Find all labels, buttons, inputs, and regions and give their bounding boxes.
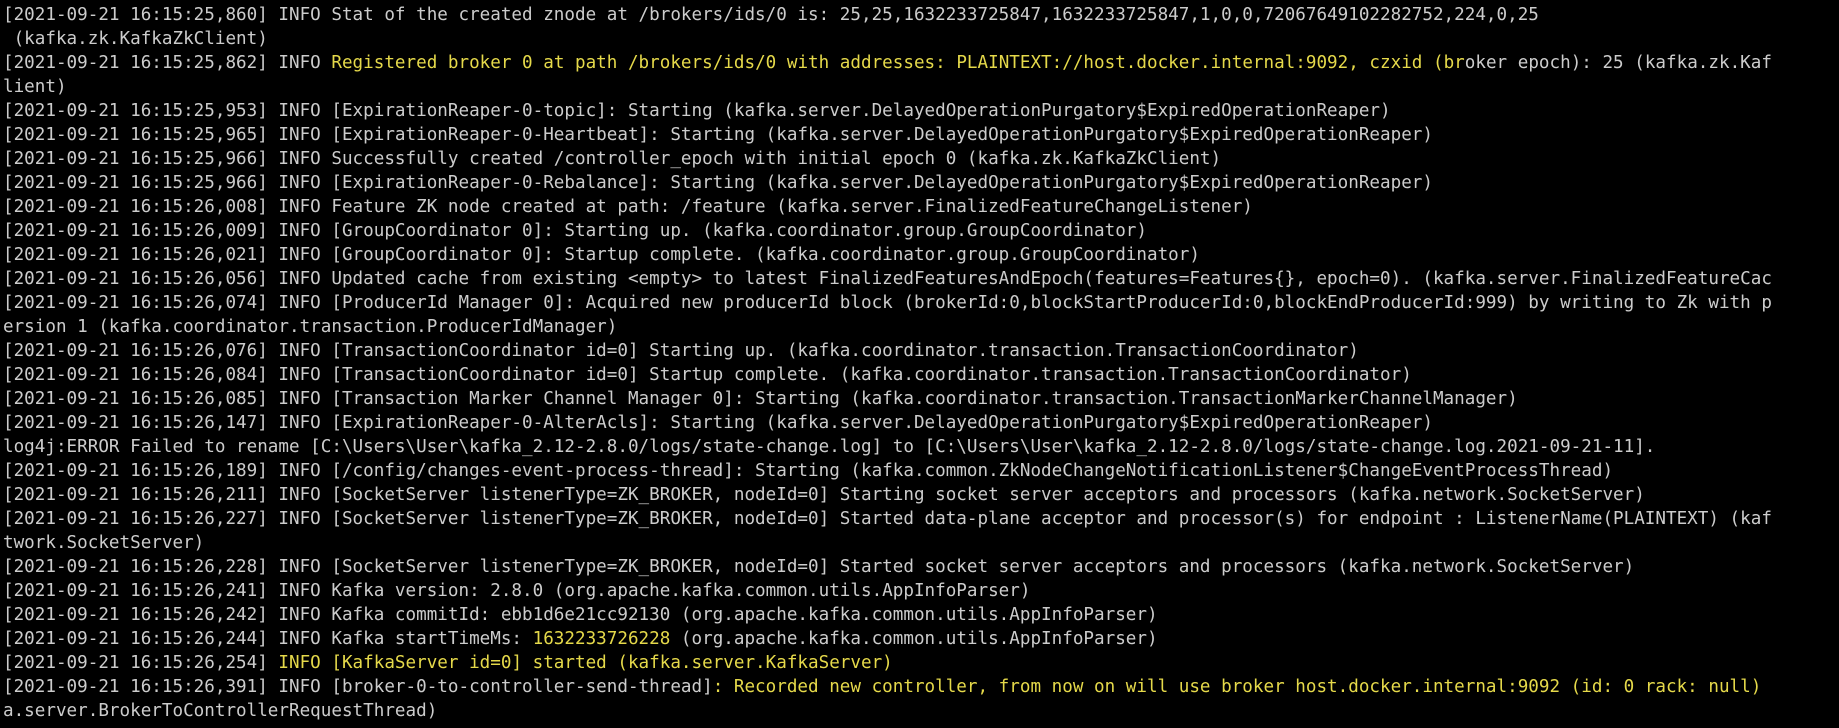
log-text: [2021-09-21 16:15:26,074] INFO [Producer… (3, 293, 1772, 313)
log-text: (kafka.zk.KafkaZkClient) (3, 29, 268, 49)
log-text: [2021-09-21 16:15:26,228] INFO [SocketSe… (3, 557, 1635, 577)
log-highlighted-text: Registered broker 0 at path /brokers/ids… (331, 53, 1465, 73)
log-line: [2021-09-21 16:15:26,211] INFO [SocketSe… (3, 483, 1839, 507)
log-line: [2021-09-21 16:15:26,008] INFO Feature Z… (3, 195, 1839, 219)
log-text: oker epoch): 25 (kafka.zk.Kaf (1464, 53, 1772, 73)
log-text: [2021-09-21 16:15:26,241] INFO Kafka ver… (3, 581, 1031, 601)
log-line: ersion 1 (kafka.coordinator.transaction.… (3, 315, 1839, 339)
log-text: [2021-09-21 16:15:26,242] INFO Kafka com… (3, 605, 1158, 625)
log-text: [2021-09-21 16:15:25,966] INFO Successfu… (3, 149, 1222, 169)
log-text: [2021-09-21 16:15:25,965] INFO [Expirati… (3, 125, 1433, 145)
log-text: [2021-09-21 16:15:26,085] INFO [Transact… (3, 389, 1518, 409)
log-line: [2021-09-21 16:15:26,227] INFO [SocketSe… (3, 507, 1839, 531)
log-line: [2021-09-21 16:15:25,860] INFO Stat of t… (3, 3, 1839, 27)
log-line: lient) (3, 75, 1839, 99)
log-line: [2021-09-21 16:15:26,254] INFO [KafkaSer… (3, 651, 1839, 675)
log-line: [2021-09-21 16:15:26,244] INFO Kafka sta… (3, 627, 1839, 651)
log-line: [2021-09-21 16:15:26,084] INFO [Transact… (3, 363, 1839, 387)
log-line: a.server.BrokerToControllerRequestThread… (3, 699, 1839, 723)
log-text: [2021-09-21 16:15:26,009] INFO [GroupCoo… (3, 221, 1147, 241)
log-line: [2021-09-21 16:15:26,147] INFO [Expirati… (3, 411, 1839, 435)
log-line: [2021-09-21 16:15:26,391] INFO [broker-0… (3, 675, 1839, 699)
log-text: ersion 1 (kafka.coordinator.transaction.… (3, 317, 618, 337)
log-text: [2021-09-21 16:15:26,254] (3, 653, 279, 673)
log-text: [2021-09-21 16:15:25,860] INFO Stat of t… (3, 5, 1539, 25)
log-text: lient) (3, 77, 67, 97)
log-text: [2021-09-21 16:15:26,008] INFO Feature Z… (3, 197, 1253, 217)
log-text: [2021-09-21 16:15:26,227] INFO [SocketSe… (3, 509, 1772, 529)
log-text: log4j:ERROR Failed to rename [C:\Users\U… (3, 437, 1656, 457)
log-line: [2021-09-21 16:15:25,965] INFO [Expirati… (3, 123, 1839, 147)
log-line: [2021-09-21 16:15:25,966] INFO Successfu… (3, 147, 1839, 171)
log-highlighted-text: INFO [KafkaServer id=0] started (kafka.s… (278, 653, 893, 673)
log-text: [2021-09-21 16:15:26,056] INFO Updated c… (3, 269, 1772, 289)
log-text: (org.apache.kafka.common.utils.AppInfoPa… (670, 629, 1158, 649)
log-line: [2021-09-21 16:15:26,228] INFO [SocketSe… (3, 555, 1839, 579)
log-line: [2021-09-21 16:15:26,074] INFO [Producer… (3, 291, 1839, 315)
log-line: [2021-09-21 16:15:26,241] INFO Kafka ver… (3, 579, 1839, 603)
log-line: [2021-09-21 16:15:25,953] INFO [Expirati… (3, 99, 1839, 123)
log-text: [2021-09-21 16:15:25,862] INFO (3, 53, 332, 73)
log-line: twork.SocketServer) (3, 531, 1839, 555)
log-line: [2021-09-21 16:15:25,862] INFO Registere… (3, 51, 1839, 75)
log-line: [2021-09-21 16:15:26,021] INFO [GroupCoo… (3, 243, 1839, 267)
log-text: [2021-09-21 16:15:26,147] INFO [Expirati… (3, 413, 1433, 433)
log-text: [2021-09-21 16:15:25,953] INFO [Expirati… (3, 101, 1391, 121)
log-text: a.server.BrokerToControllerRequestThread… (3, 701, 438, 721)
log-text: [2021-09-21 16:15:25,966] INFO [Expirati… (3, 173, 1433, 193)
log-text: [2021-09-21 16:15:26,084] INFO [Transact… (3, 365, 1412, 385)
log-text: twork.SocketServer) (3, 533, 205, 553)
log-text: [2021-09-21 16:15:26,391] INFO [broker-0… (3, 677, 713, 697)
log-line: log4j:ERROR Failed to rename [C:\Users\U… (3, 435, 1839, 459)
log-line: [2021-09-21 16:15:26,056] INFO Updated c… (3, 267, 1839, 291)
log-text: [2021-09-21 16:15:26,189] INFO [/config/… (3, 461, 1614, 481)
terminal-console-output[interactable]: [2021-09-21 16:15:25,860] INFO Stat of t… (0, 0, 1839, 728)
log-line: (kafka.zk.KafkaZkClient) (3, 27, 1839, 51)
log-line: [2021-09-21 16:15:26,076] INFO [Transact… (3, 339, 1839, 363)
log-line: [2021-09-21 16:15:25,966] INFO [Expirati… (3, 171, 1839, 195)
log-line: [2021-09-21 16:15:26,189] INFO [/config/… (3, 459, 1839, 483)
log-text: [2021-09-21 16:15:26,021] INFO [GroupCoo… (3, 245, 1200, 265)
log-highlighted-text: : Recorded new controller, from now on w… (712, 677, 1762, 697)
log-line: [2021-09-21 16:15:26,242] INFO Kafka com… (3, 603, 1839, 627)
log-highlighted-text: 1632233726228 (532, 629, 671, 649)
log-text: [2021-09-21 16:15:26,211] INFO [SocketSe… (3, 485, 1645, 505)
log-line: [2021-09-21 16:15:26,085] INFO [Transact… (3, 387, 1839, 411)
log-line: [2021-09-21 16:15:26,009] INFO [GroupCoo… (3, 219, 1839, 243)
log-text: [2021-09-21 16:15:26,076] INFO [Transact… (3, 341, 1359, 361)
log-text: [2021-09-21 16:15:26,244] INFO Kafka sta… (3, 629, 533, 649)
